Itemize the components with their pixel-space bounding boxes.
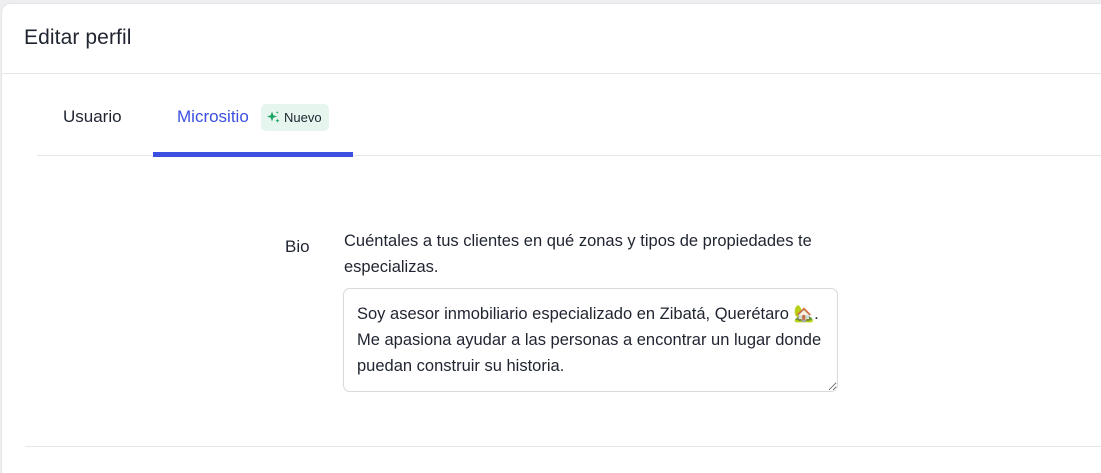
page-title: Editar perfil [24, 26, 132, 49]
new-badge-label: Nuevo [284, 110, 322, 125]
tab-usuario-label: Usuario [63, 107, 122, 126]
bio-textarea[interactable]: Soy asesor inmobiliario especializado en… [343, 288, 838, 392]
footer-divider [25, 446, 1101, 447]
bio-label: Bio [285, 237, 310, 256]
new-badge: Nuevo [261, 104, 329, 131]
tab-micrositio[interactable]: Micrositio Nuevo [153, 74, 353, 157]
card-header: Editar perfil [2, 4, 1101, 74]
tab-bar: Usuario Micrositio Nuevo [37, 74, 1101, 157]
active-tab-indicator [153, 152, 353, 157]
tab-micrositio-label: Micrositio [177, 107, 249, 126]
bio-help-text: Cuéntales a tus clientes en qué zonas y … [344, 232, 812, 276]
sparkle-icon [266, 110, 281, 125]
tab-usuario[interactable]: Usuario [37, 74, 153, 156]
